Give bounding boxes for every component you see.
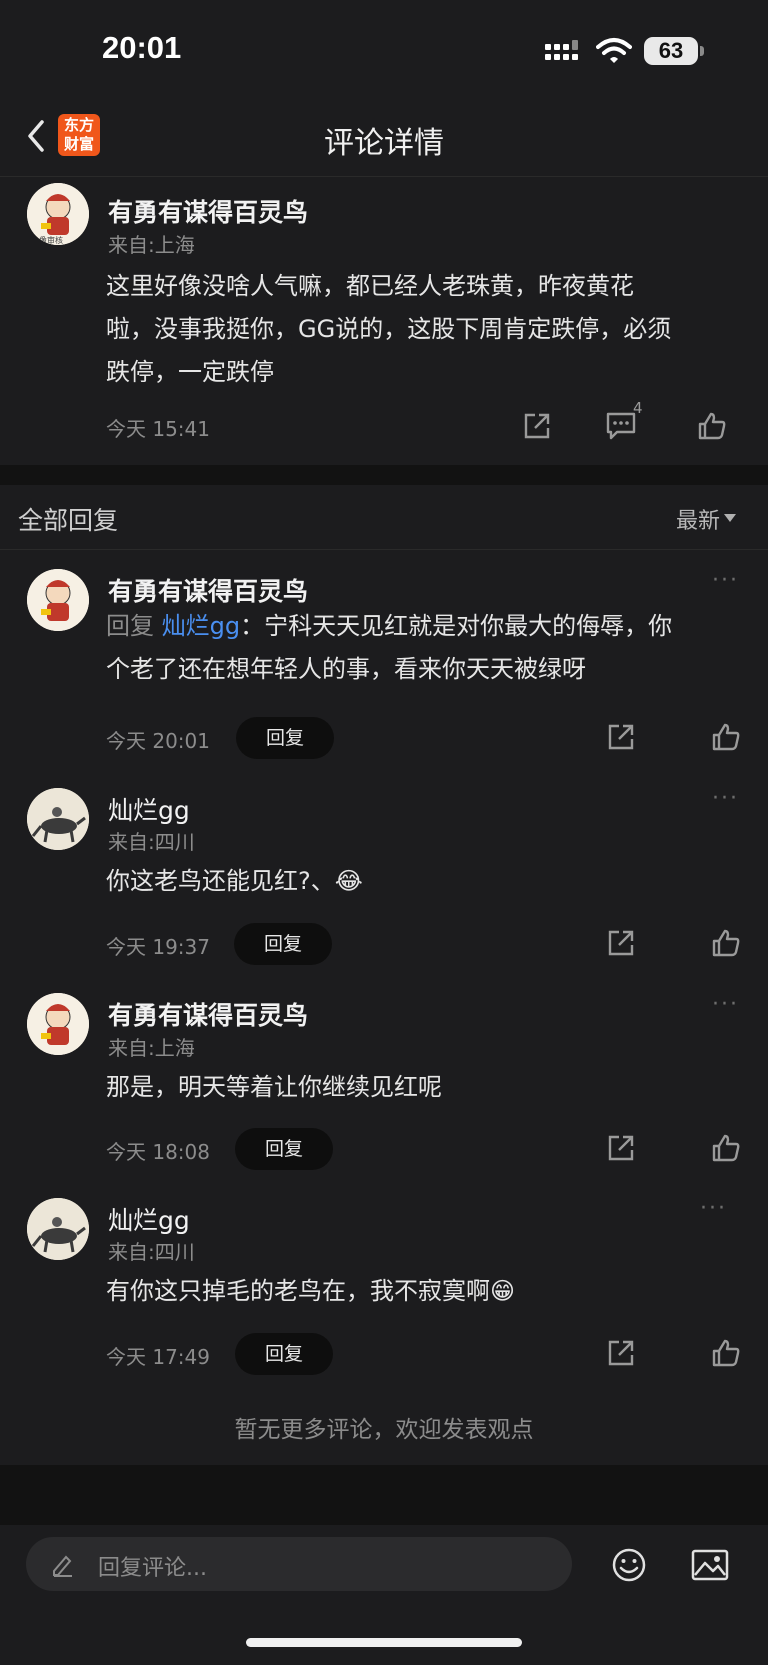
reply-text-line1: 回复 灿烂gg：宁科天天见红就是对你最大的侮辱，你 xyxy=(106,605,672,647)
like-icon[interactable] xyxy=(711,1133,741,1163)
battery-icon: 63 xyxy=(644,37,698,65)
comment-text-line3: 跌停，一定跌停 xyxy=(106,358,274,386)
comment-location: 来自:上海 xyxy=(108,233,195,257)
reply-text: ：宁科天天见红就是对你最大的侮辱，你 xyxy=(240,612,673,640)
reply-button[interactable]: 回复 xyxy=(235,1128,333,1170)
cellular-signal-icon xyxy=(545,40,578,60)
avatar-caption: 头像审核 xyxy=(31,235,63,245)
reply-text: 有你这只掉毛的老鸟在，我不寂寞啊😁 xyxy=(106,1277,516,1305)
avatar-cartoon-icon: 头像审核 xyxy=(27,183,89,245)
nav-bar: 东方 财富 评论详情 xyxy=(0,100,768,177)
bottom-bar: 回复评论... xyxy=(0,1525,768,1665)
avatar-ink-painting-icon xyxy=(27,788,89,850)
comment-count-badge: 4 xyxy=(633,399,643,417)
home-indicator[interactable] xyxy=(246,1638,522,1647)
comment-text-line2: 啦，没事我挺你，GG说的，这股下周肯定跌停，必须 xyxy=(106,315,672,343)
reply-target-link[interactable]: 灿烂gg xyxy=(162,612,240,640)
reply-prefix: 回复 xyxy=(106,612,162,640)
reply-username[interactable]: 有勇有谋得百灵鸟 xyxy=(108,572,308,608)
wifi-icon xyxy=(596,38,632,63)
sort-dropdown[interactable]: 最新 xyxy=(676,503,720,535)
comment-username[interactable]: 有勇有谋得百灵鸟 xyxy=(108,193,308,229)
main-comment: 头像审核 有勇有谋得百灵鸟 来自:上海 这里好像没啥人气嘛，都已经人老珠黄，昨夜… xyxy=(0,177,768,465)
comment-text-line1: 这里好像没啥人气嘛，都已经人老珠黄，昨夜黄花 xyxy=(106,272,634,300)
reply-time: 今天 17:49 xyxy=(106,1345,210,1369)
like-icon[interactable] xyxy=(711,1338,741,1368)
reply-time: 今天 20:01 xyxy=(106,729,210,753)
share-icon[interactable] xyxy=(606,928,636,958)
section-divider xyxy=(0,465,768,485)
like-icon[interactable] xyxy=(711,928,741,958)
share-icon[interactable] xyxy=(522,411,552,441)
comment-time: 今天 15:41 xyxy=(106,417,210,441)
reply-time: 今天 19:37 xyxy=(106,935,210,959)
reply-text: 你这老鸟还能见红?、😂 xyxy=(106,867,363,895)
more-options-icon[interactable]: ··· xyxy=(712,786,739,811)
status-bar: 20:01 63 xyxy=(0,0,768,100)
avatar[interactable] xyxy=(27,993,89,1055)
like-icon[interactable] xyxy=(697,411,727,441)
avatar[interactable] xyxy=(27,788,89,850)
avatar-ink-painting-icon xyxy=(27,1198,89,1260)
reply-button[interactable]: 回复 xyxy=(235,1333,333,1375)
pencil-icon xyxy=(53,1555,72,1577)
replies-title: 全部回复 xyxy=(18,506,119,535)
end-of-list-text: 暂无更多评论，欢迎发表观点 xyxy=(234,1417,534,1443)
reply-text: 那是，明天等着让你继续见红呢 xyxy=(106,1073,442,1101)
reply-input[interactable]: 回复评论... xyxy=(26,1537,572,1591)
replies-header: 全部回复 最新 xyxy=(0,485,768,550)
like-icon[interactable] xyxy=(711,722,741,752)
avatar[interactable] xyxy=(27,1198,89,1260)
avatar-cartoon-icon xyxy=(27,569,89,631)
reply-list: 有勇有谋得百灵鸟 ··· 回复 灿烂gg：宁科天天见红就是对你最大的侮辱，你 个… xyxy=(0,550,768,1465)
status-time: 20:01 xyxy=(102,30,182,65)
emoji-icon[interactable] xyxy=(611,1547,647,1583)
share-icon[interactable] xyxy=(606,1338,636,1368)
reply-username[interactable]: 灿烂gg xyxy=(108,1201,190,1237)
more-options-icon[interactable]: ··· xyxy=(712,568,739,593)
more-options-icon[interactable]: ··· xyxy=(700,1196,727,1221)
reply-location: 来自:四川 xyxy=(108,830,195,854)
reply-button[interactable]: 回复 xyxy=(234,923,332,965)
reply-input-placeholder: 回复评论... xyxy=(98,1556,207,1581)
reply-time: 今天 18:08 xyxy=(106,1140,210,1164)
reply-location: 来自:上海 xyxy=(108,1036,195,1060)
avatar-cartoon-icon xyxy=(27,993,89,1055)
page-title: 评论详情 xyxy=(324,126,444,161)
reply-text-line2: 个老了还在想年轻人的事，看来你天天被绿呀 xyxy=(106,655,586,683)
battery-cap xyxy=(700,46,704,56)
image-icon[interactable] xyxy=(691,1549,729,1581)
reply-location: 来自:四川 xyxy=(108,1240,195,1264)
share-icon[interactable] xyxy=(606,1133,636,1163)
bottom-spacer xyxy=(0,1465,768,1525)
chevron-down-icon[interactable] xyxy=(724,514,736,522)
avatar[interactable]: 头像审核 xyxy=(27,183,89,245)
share-icon[interactable] xyxy=(606,722,636,752)
more-options-icon[interactable]: ··· xyxy=(712,992,739,1017)
avatar[interactable] xyxy=(27,569,89,631)
reply-username[interactable]: 有勇有谋得百灵鸟 xyxy=(108,996,308,1032)
reply-button[interactable]: 回复 xyxy=(236,717,334,759)
reply-username[interactable]: 灿烂gg xyxy=(108,791,190,827)
